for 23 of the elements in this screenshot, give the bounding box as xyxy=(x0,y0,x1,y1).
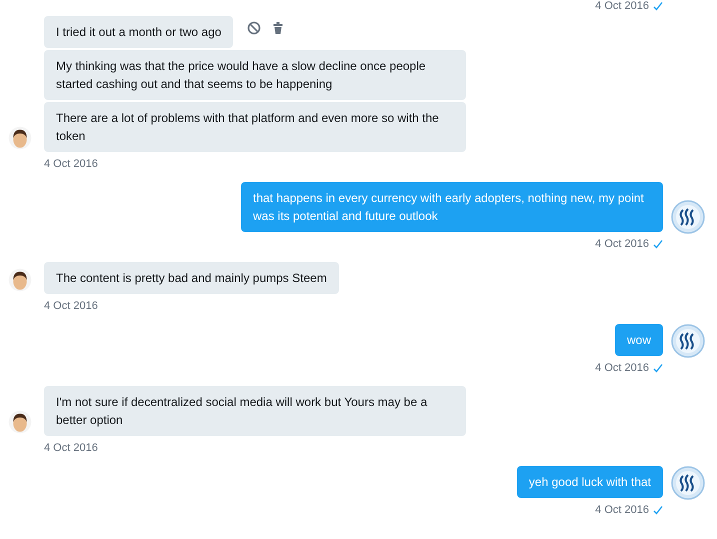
message-timestamp: 4 Oct 2016 xyxy=(44,442,98,454)
received-message: I'm not sure if decentralized social media will work but Yours may be a better option xyxy=(44,386,466,436)
trash-icon[interactable] xyxy=(271,21,286,35)
received-message: There are a lot of problems with that platform and even more so with the token xyxy=(44,102,466,152)
received-message: I tried it out a month or two ago xyxy=(44,16,234,48)
sent-message: yeh good luck with that xyxy=(516,466,663,498)
sent-message: that happens in every currency with early adopters, nothing new, my point was its potential and future outlook xyxy=(241,182,663,232)
avatar-icon xyxy=(8,126,32,150)
avatar-icon xyxy=(671,324,705,358)
message-timestamp: 4 Oct 2016 xyxy=(595,238,649,250)
sent-message: wow xyxy=(614,324,663,356)
message-timestamp: 4 Oct 2016 xyxy=(44,300,98,312)
message-timestamp: 4 Oct 2016 xyxy=(44,158,98,170)
message-timestamp: 4 Oct 2016 xyxy=(595,362,649,374)
message-timestamp: 4 Oct 2016 xyxy=(595,504,649,516)
avatar-icon xyxy=(8,410,32,434)
block-icon[interactable] xyxy=(247,21,262,35)
received-message: The content is pretty bad and mainly pumps Steem xyxy=(44,262,339,294)
avatar-icon xyxy=(671,200,705,234)
received-message: My thinking was that the price would have a slow decline once people started cashing out and that seems to be happening xyxy=(44,50,466,100)
message-timestamp: 4 Oct 2016 xyxy=(595,0,649,12)
avatar-icon xyxy=(8,268,32,292)
avatar-icon xyxy=(671,466,705,500)
